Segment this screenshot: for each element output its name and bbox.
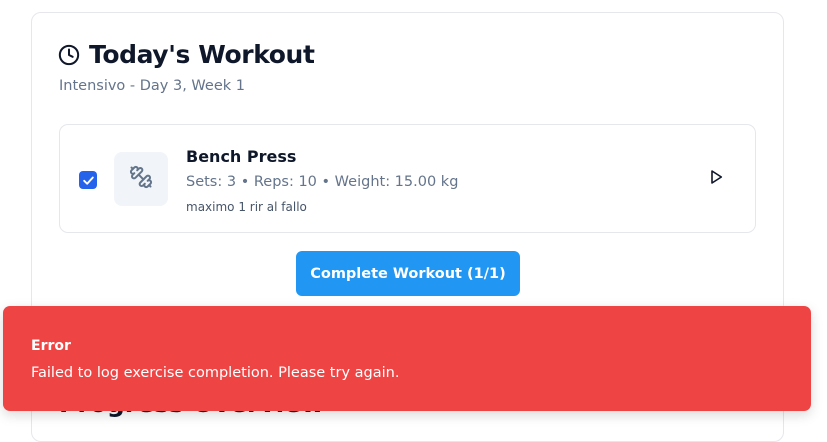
exercise-icon-box <box>114 152 168 206</box>
exercise-item: Bench Press Sets: 3 • Reps: 10 • Weight:… <box>59 124 756 233</box>
toast-title: Error <box>31 338 71 354</box>
exercise-checkbox[interactable] <box>79 171 97 189</box>
play-icon <box>708 169 724 189</box>
exercise-note: maximo 1 rir al fallo <box>186 200 307 214</box>
exercise-detail: Sets: 3 • Reps: 10 • Weight: 15.00 kg <box>186 174 459 190</box>
play-button[interactable] <box>707 170 725 188</box>
exercise-name: Bench Press <box>186 147 297 166</box>
complete-workout-button[interactable]: Complete Workout (1/1) <box>296 251 520 296</box>
clock-icon <box>58 44 80 66</box>
page-title: Today's Workout <box>89 40 315 69</box>
dumbbell-icon <box>129 165 153 193</box>
toast-message: Failed to log exercise completion. Pleas… <box>31 365 400 381</box>
error-toast[interactable]: Error Failed to log exercise completion.… <box>3 306 811 411</box>
workout-subtitle: Intensivo - Day 3, Week 1 <box>59 78 245 94</box>
title-row: Today's Workout <box>58 40 315 70</box>
